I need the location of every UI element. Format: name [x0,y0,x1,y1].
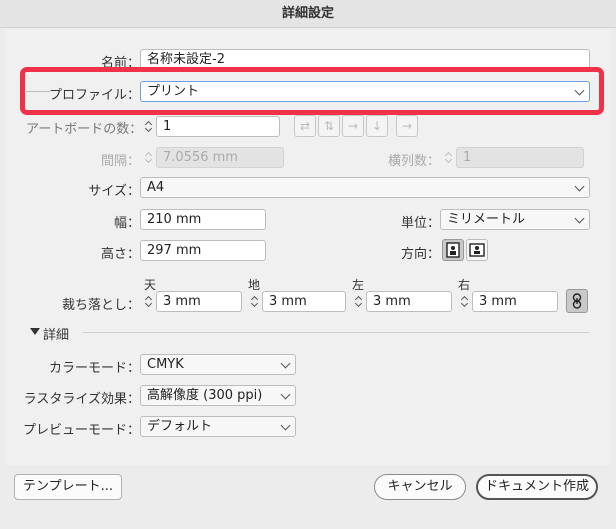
chevron-down-icon [574,181,585,192]
preview-mode-label: プレビューモード： [22,423,140,438]
width-input[interactable]: 210 mm [140,209,266,230]
size-select[interactable]: A4 [140,177,590,198]
columns-label: 横列数： [387,154,440,169]
bleed-label: 裁ち落とし： [61,298,140,313]
bleed-right-input[interactable]: 3 mm [472,291,558,312]
orientation-label: 方向： [400,247,440,262]
advanced-header[interactable]: 詳細 [43,324,69,343]
height-label: 高さ： [100,247,140,262]
color-mode-select[interactable]: CMYK [140,354,296,375]
raster-effects-select[interactable]: 高解像度 (300 ppi) [140,385,296,406]
portrait-orientation-button[interactable] [442,239,464,261]
bleed-bottom-input[interactable]: 3 mm [262,291,346,312]
raster-effects-select-value: 高解像度 (300 ppi) [147,388,263,403]
units-label: 単位： [400,216,440,231]
create-document-button[interactable]: ドキュメント作成 [476,474,598,500]
advanced-divider [82,332,590,333]
bleed-top-stepper[interactable] [142,291,156,312]
bleed-bottom-stepper[interactable] [248,291,262,312]
spacing-label: 間隔： [100,154,140,169]
arrange-grid-row-icon[interactable]: ⇄ [294,115,316,137]
cancel-button[interactable]: キャンセル [374,474,466,500]
color-mode-label: カラーモード： [48,361,140,376]
size-select-value: A4 [147,180,165,195]
height-input[interactable]: 297 mm [140,240,266,261]
width-label: 幅： [113,216,140,231]
artboards-stepper[interactable] [142,116,156,137]
arrange-grid-column-icon[interactable]: ⇅ [318,115,340,137]
bleed-right-stepper[interactable] [458,291,472,312]
landscape-icon [469,243,485,257]
templates-button[interactable]: テンプレート... [14,474,122,500]
units-select-value: ミリメートル [447,212,526,227]
preview-mode-select-value: デフォルト [147,419,213,434]
dialog-title: 詳細設定 [0,0,616,28]
profile-highlight-box [20,67,604,115]
bleed-top-input[interactable]: 3 mm [156,291,242,312]
artboards-input[interactable]: 1 [156,116,280,137]
columns-input[interactable]: 1 [456,147,584,168]
preview-mode-select[interactable]: デフォルト [140,416,296,437]
bleed-left-stepper[interactable] [352,291,366,312]
chain-link-icon [572,293,582,309]
chevron-down-icon [280,358,291,369]
chevron-down-icon [280,420,291,431]
disclosure-triangle-icon[interactable] [30,328,40,335]
raster-effects-label: ラスタライズ効果： [23,392,140,407]
chevron-down-icon [574,213,585,224]
portrait-icon [446,242,460,258]
artboards-label: アートボードの数： [26,122,143,137]
arrange-row-icon[interactable]: → [342,115,364,137]
units-select[interactable]: ミリメートル [440,209,590,230]
bleed-link-button[interactable] [566,289,588,313]
spacing-input[interactable]: 7.0556 mm [156,147,284,168]
spacing-stepper[interactable] [142,147,156,168]
columns-stepper[interactable] [442,147,456,168]
size-label: サイズ： [88,184,140,199]
color-mode-select-value: CMYK [147,357,184,372]
bleed-left-input[interactable]: 3 mm [366,291,452,312]
arrange-column-icon[interactable]: ↓ [366,115,388,137]
landscape-orientation-button[interactable] [466,239,488,261]
layout-direction-icon[interactable]: → [396,115,418,137]
chevron-down-icon [280,389,291,400]
